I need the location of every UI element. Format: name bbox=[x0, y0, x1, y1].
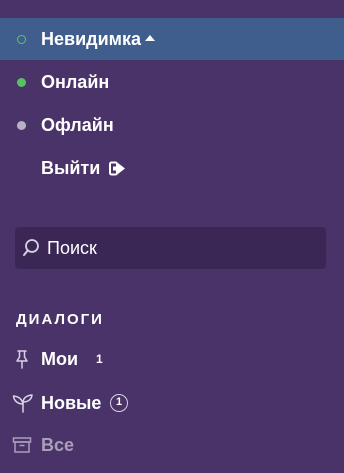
search-box[interactable] bbox=[15, 227, 326, 269]
status-item-label: Офлайн bbox=[41, 114, 114, 135]
section-title-dialogs: ДИАЛОГИ bbox=[16, 311, 104, 328]
logout-label: Выйти bbox=[41, 157, 101, 178]
dialog-filter-label: Новые bbox=[41, 392, 102, 413]
status-item-invisible[interactable]: Невидимка bbox=[0, 18, 344, 60]
dialog-filter-label: Все bbox=[41, 434, 75, 455]
status-item-label: Онлайн bbox=[41, 71, 110, 92]
dialog-count-badge: 1 bbox=[110, 394, 128, 412]
online-status-icon bbox=[17, 77, 26, 87]
dialog-count: 1 bbox=[96, 352, 103, 366]
sprout-icon bbox=[12, 394, 33, 413]
caret-up-icon[interactable] bbox=[144, 34, 155, 41]
dialog-filter-label: Мои bbox=[41, 348, 79, 369]
invisible-status-icon bbox=[17, 34, 26, 44]
status-item-label: Невидимка bbox=[41, 28, 141, 49]
dialog-filter-new[interactable]: Новые 1 bbox=[0, 388, 344, 418]
archive-icon bbox=[12, 437, 32, 453]
logout-icon bbox=[109, 161, 126, 175]
status-item-online[interactable]: Онлайн bbox=[0, 61, 344, 103]
dialog-filter-all[interactable]: Все bbox=[0, 430, 344, 460]
logout-button[interactable]: Выйти bbox=[0, 147, 344, 189]
search-icon bbox=[23, 239, 39, 256]
dialog-filter-mine[interactable]: Мои 1 bbox=[0, 344, 344, 374]
status-item-offline[interactable]: Офлайн bbox=[0, 104, 344, 146]
search-input[interactable] bbox=[47, 227, 317, 269]
offline-status-icon bbox=[17, 120, 26, 130]
pin-icon bbox=[16, 350, 28, 369]
